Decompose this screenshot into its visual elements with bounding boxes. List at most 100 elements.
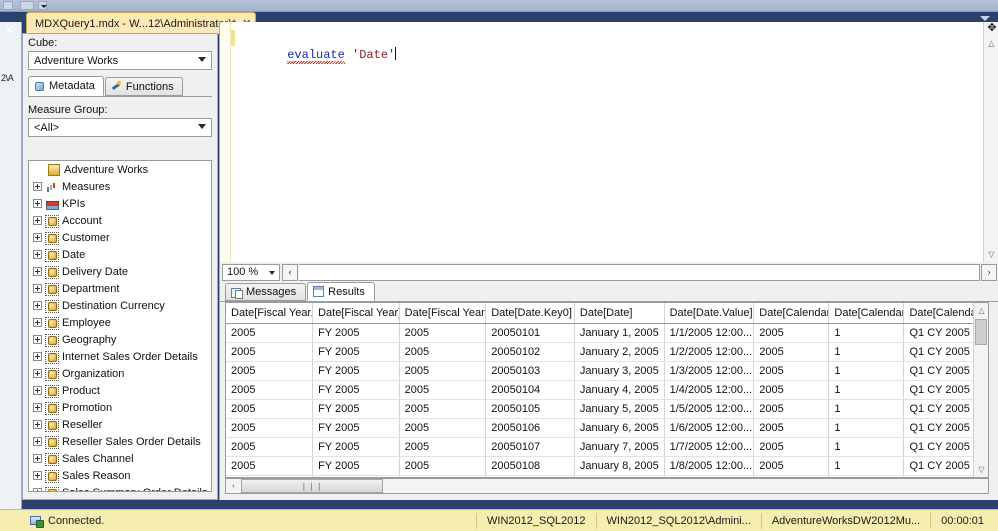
column-header[interactable]: Date[Calendar Q... (828, 303, 905, 324)
table-row[interactable]: 2005 FY 2005 2005 20050104 January 4, 2005 1/… (226, 380, 988, 400)
table-cell[interactable]: 20050104 (485, 380, 575, 400)
column-header[interactable]: Date[Calendar Q... (753, 303, 830, 324)
expand-icon[interactable] (33, 284, 42, 293)
table-cell[interactable]: January 5, 2005 (574, 399, 665, 419)
table-cell[interactable]: 1 (828, 361, 905, 381)
table-cell[interactable]: 20050103 (485, 361, 575, 381)
tree-item[interactable]: Geography (29, 331, 211, 348)
grid-vertical-scrollbar[interactable]: △ ▽ (973, 303, 988, 477)
metadata-tree[interactable]: Adventure Works Measures KPIs Account Custom… (28, 160, 212, 492)
table-cell[interactable]: 1 (828, 323, 905, 343)
expand-icon[interactable] (33, 301, 42, 310)
expand-icon[interactable] (33, 403, 42, 412)
mdx-editor[interactable]: evaluate 'Date' ✥ △ ▽ (219, 22, 998, 262)
table-row[interactable]: 2005 FY 2005 2005 20050103 January 3, 2005 1/… (226, 361, 988, 381)
tree-item[interactable]: Account (29, 212, 211, 229)
scroll-down-icon[interactable]: ▽ (984, 247, 998, 262)
tab-metadata[interactable]: Metadata (28, 76, 104, 96)
table-cell[interactable]: January 7, 2005 (574, 437, 665, 457)
column-header[interactable]: Date[Fiscal Year] (312, 303, 400, 324)
expand-icon[interactable] (33, 233, 42, 242)
table-cell[interactable]: 2005 (399, 361, 487, 381)
table-cell[interactable]: 1 (828, 437, 905, 457)
expand-icon[interactable] (33, 488, 42, 491)
table-cell[interactable]: 2005 (226, 361, 314, 381)
table-cell[interactable]: 1 (828, 399, 905, 419)
tree-item[interactable]: Product (29, 382, 211, 399)
scrollbar-thumb[interactable]: ❘❘❘ (241, 479, 383, 493)
table-cell[interactable]: January 2, 2005 (574, 342, 665, 362)
table-cell[interactable]: 2005 (226, 342, 314, 362)
table-row[interactable]: 2005 FY 2005 2005 20050105 January 5, 2005 1/… (226, 399, 988, 419)
tree-item[interactable]: Department (29, 280, 211, 297)
cube-select[interactable]: Adventure Works (28, 51, 212, 70)
table-cell[interactable]: 1/3/2005 12:00... (664, 361, 755, 381)
measure-group-select[interactable]: <All> (28, 118, 212, 137)
expand-icon[interactable] (33, 267, 42, 276)
table-cell[interactable]: 2005 (753, 323, 830, 343)
scroll-left-icon[interactable]: ‹ (282, 263, 298, 281)
expand-icon[interactable] (33, 352, 42, 361)
expand-icon[interactable] (33, 369, 42, 378)
scroll-right-icon[interactable]: › (981, 263, 997, 281)
tree-item[interactable]: Sales Summary Order Details (29, 484, 211, 491)
editor-horizontal-scrollbar[interactable] (299, 263, 980, 281)
expand-icon[interactable] (33, 454, 42, 463)
toolbar-overflow-button[interactable] (38, 1, 47, 10)
tree-item[interactable]: Delivery Date (29, 263, 211, 280)
expand-icon[interactable] (33, 335, 42, 344)
table-cell[interactable]: FY 2005 (312, 399, 400, 419)
results-grid[interactable]: Date[Fiscal Year... Date[Fiscal Year] Date… (225, 302, 989, 478)
close-icon[interactable]: ✕ (4, 24, 14, 36)
column-header[interactable]: Date[Date.Key0] (485, 303, 575, 324)
table-cell[interactable]: January 4, 2005 (574, 380, 665, 400)
table-cell[interactable]: January 6, 2005 (574, 418, 665, 438)
tree-item[interactable]: Reseller (29, 416, 211, 433)
object-explorer-collapsed[interactable]: 2\A › (0, 22, 22, 531)
table-cell[interactable]: 2005 (226, 418, 314, 438)
column-header[interactable]: Date[Fiscal Year... (226, 303, 314, 324)
table-cell[interactable]: 20050105 (485, 399, 575, 419)
table-cell[interactable]: 2005 (753, 380, 830, 400)
table-cell[interactable]: 2005 (399, 418, 487, 438)
table-row[interactable]: 2005 FY 2005 2005 20050107 January 7, 2005 1/… (226, 437, 988, 457)
expand-icon[interactable] (33, 318, 42, 327)
table-cell[interactable]: 2005 (226, 437, 314, 457)
tree-item[interactable]: KPIs (29, 195, 211, 212)
editor-vertical-scrollbar[interactable]: ✥ △ ▽ (983, 22, 998, 262)
table-cell[interactable]: 2005 (226, 380, 314, 400)
table-cell[interactable]: FY 2005 (312, 361, 400, 381)
table-cell[interactable]: 1/1/2005 12:00... (664, 323, 755, 343)
tree-item[interactable]: Promotion (29, 399, 211, 416)
table-cell[interactable]: 2005 (399, 437, 487, 457)
table-row[interactable]: 2005 FY 2005 2005 20050106 January 6, 2005 1/… (226, 418, 988, 438)
table-cell[interactable]: 1/5/2005 12:00... (664, 399, 755, 419)
table-cell[interactable]: 20050102 (485, 342, 575, 362)
table-cell[interactable]: 2005 (399, 323, 487, 343)
expand-icon[interactable] (33, 182, 42, 191)
expand-icon[interactable] (33, 199, 42, 208)
table-cell[interactable]: 1 (828, 380, 905, 400)
table-cell[interactable]: FY 2005 (312, 380, 400, 400)
table-cell[interactable]: FY 2005 (312, 437, 400, 457)
table-cell[interactable]: 1/4/2005 12:00... (664, 380, 755, 400)
column-header[interactable]: Date[Date.Value] (664, 303, 755, 324)
table-cell[interactable]: 20050101 (485, 323, 575, 343)
table-cell[interactable]: 2005 (399, 399, 487, 419)
table-row[interactable]: 2005 FY 2005 2005 20050102 January 2, 2005 1/… (226, 342, 988, 362)
table-cell[interactable]: 1 (828, 342, 905, 362)
tab-functions[interactable]: Functions (104, 77, 183, 96)
expand-icon[interactable] (33, 420, 42, 429)
table-cell[interactable]: 2005 (753, 418, 830, 438)
zoom-level-select[interactable]: 100 % (222, 263, 280, 281)
tab-results[interactable]: Results (307, 282, 375, 301)
table-cell[interactable]: 2005 (226, 399, 314, 419)
table-cell[interactable]: 2005 (399, 456, 487, 476)
table-cell[interactable]: 1/2/2005 12:00... (664, 342, 755, 362)
tree-item[interactable]: Destination Currency (29, 297, 211, 314)
tree-item[interactable]: Date (29, 246, 211, 263)
expand-icon[interactable] (33, 437, 42, 446)
toolbar-button-a[interactable] (3, 1, 13, 10)
column-header[interactable]: Date[Fiscal Year... (399, 303, 487, 324)
tree-item[interactable]: Sales Channel (29, 450, 211, 467)
